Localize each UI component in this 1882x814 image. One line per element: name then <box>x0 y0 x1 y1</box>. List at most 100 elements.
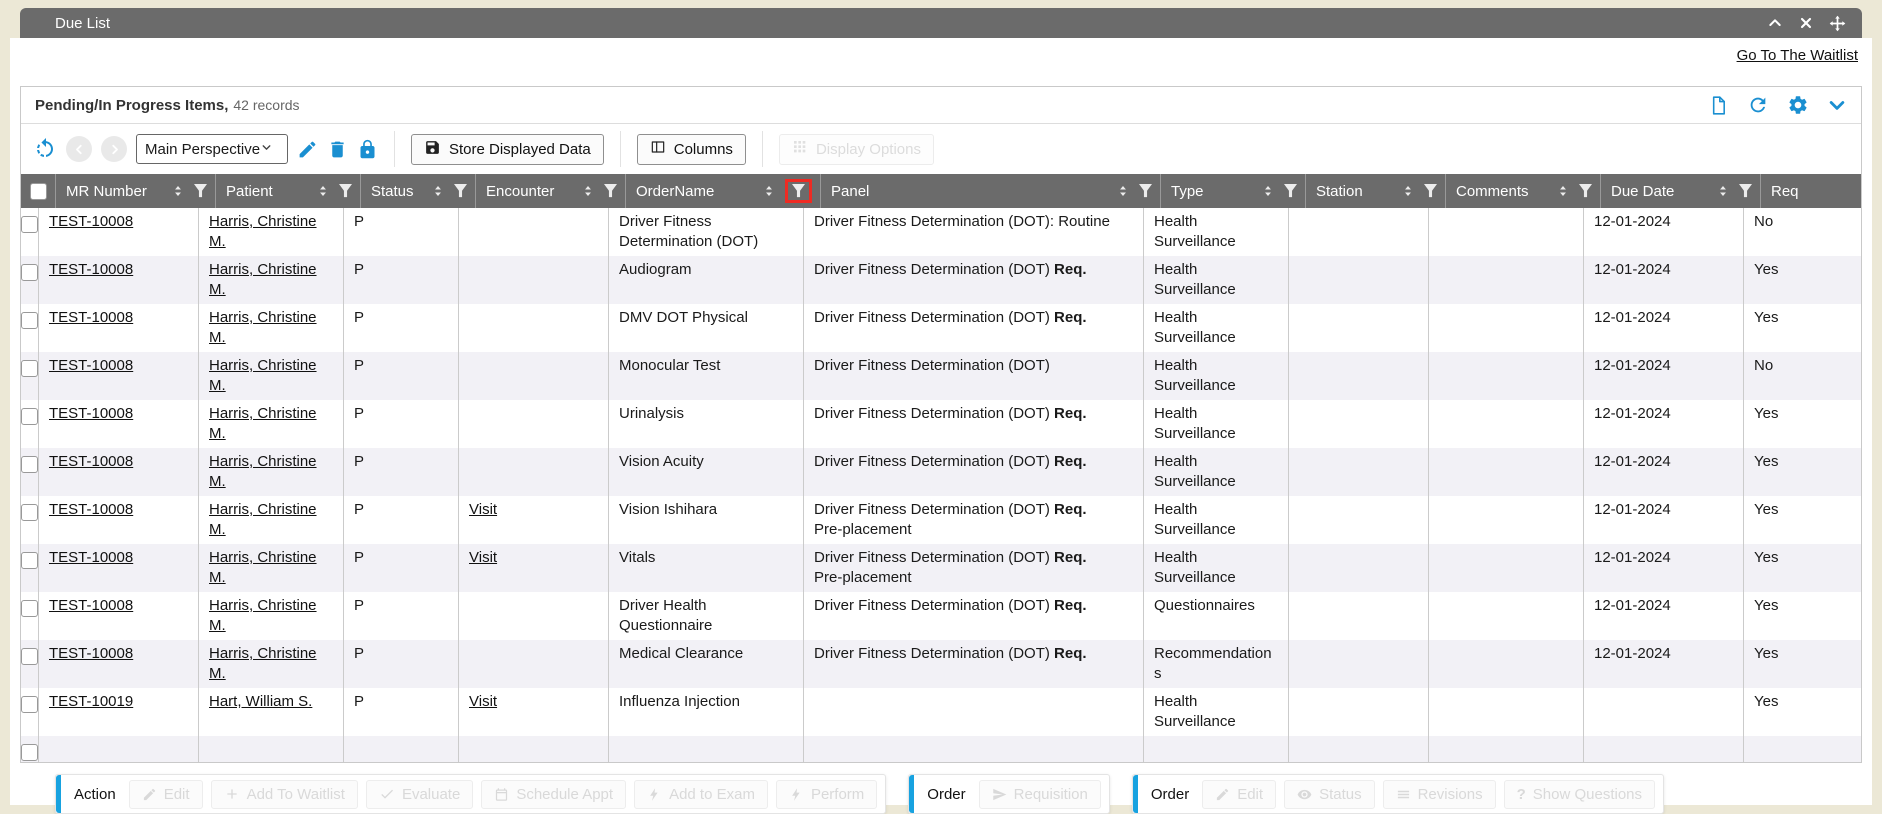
column-header-ordername: OrderName <box>625 174 820 208</box>
new-file-icon[interactable] <box>1708 95 1729 116</box>
save-icon <box>424 139 441 160</box>
lock-perspective-icon[interactable] <box>357 139 378 160</box>
mr-link[interactable]: TEST-10008 <box>49 357 133 374</box>
row-checkbox[interactable] <box>21 744 38 761</box>
panel-line2: Pre-placement <box>814 520 1133 540</box>
row-checkbox[interactable] <box>21 264 38 281</box>
row-checkbox[interactable] <box>21 216 38 233</box>
row-checkbox[interactable] <box>21 456 38 473</box>
sort-icon[interactable] <box>1556 184 1570 198</box>
chevron-down-icon[interactable] <box>1827 95 1847 115</box>
filter-icon[interactable] <box>604 184 617 198</box>
filter-icon[interactable] <box>1284 184 1297 198</box>
mr-link[interactable]: TEST-10019 <box>49 693 133 710</box>
go-to-waitlist-link[interactable]: Go To The Waitlist <box>1737 47 1858 64</box>
cell-due-date: 12-01-2024 <box>1583 448 1743 496</box>
filter-icon[interactable] <box>1139 184 1152 198</box>
schedule-appt-button: Schedule Appt <box>481 780 626 809</box>
button-label: Add to Exam <box>669 786 755 803</box>
sort-icon[interactable] <box>1401 184 1415 198</box>
column-label: Type <box>1171 183 1204 200</box>
row-checkbox[interactable] <box>21 312 38 329</box>
sort-icon[interactable] <box>171 184 185 198</box>
filter-icon[interactable] <box>1739 184 1752 198</box>
row-checkbox[interactable] <box>21 408 38 425</box>
mr-link[interactable]: TEST-10008 <box>49 549 133 566</box>
table-row: TEST-10008Harris, Christine M.PMonocular… <box>21 352 1861 400</box>
calendar-icon <box>494 787 509 802</box>
encounter-link[interactable]: Visit <box>469 501 497 518</box>
sort-icon[interactable] <box>1716 184 1730 198</box>
edit-perspective-icon[interactable] <box>297 139 318 160</box>
row-checkbox[interactable] <box>21 504 38 521</box>
patient-link[interactable]: Harris, Christine M. <box>209 357 317 394</box>
row-checkbox[interactable] <box>21 600 38 617</box>
patient-link[interactable]: Harris, Christine M. <box>209 213 317 250</box>
filter-icon[interactable] <box>1579 184 1592 198</box>
patient-link[interactable]: Harris, Christine M. <box>209 405 317 442</box>
mr-link[interactable]: TEST-10008 <box>49 645 133 662</box>
column-header-panel: Panel <box>820 174 1160 208</box>
patient-link[interactable]: Hart, William S. <box>209 693 312 710</box>
encounter-link[interactable]: Visit <box>469 549 497 566</box>
filter-icon-highlight-box <box>785 179 812 203</box>
patient-link[interactable]: Harris, Christine M. <box>209 309 317 346</box>
settings-icon[interactable] <box>1787 94 1809 116</box>
row-select-cell <box>21 496 38 544</box>
delete-perspective-icon[interactable] <box>327 139 348 160</box>
patient-link[interactable]: Harris, Christine M. <box>209 645 317 682</box>
mr-link[interactable]: TEST-10008 <box>49 597 133 614</box>
sort-icon[interactable] <box>1261 184 1275 198</box>
perspective-select[interactable]: Main Perspective <box>136 134 288 164</box>
column-header-station: Station <box>1305 174 1445 208</box>
sort-icon[interactable] <box>316 184 330 198</box>
row-checkbox[interactable] <box>21 360 38 377</box>
row-checkbox[interactable] <box>21 648 38 665</box>
sort-icon[interactable] <box>581 184 595 198</box>
collapse-icon[interactable] <box>1767 15 1783 32</box>
table-row: TEST-10008Harris, Christine M.PUrinalysi… <box>21 400 1861 448</box>
filter-icon[interactable] <box>792 184 805 198</box>
patient-link[interactable]: Harris, Christine M. <box>209 549 317 586</box>
mr-link[interactable]: TEST-10008 <box>49 213 133 230</box>
patient-link[interactable]: Harris, Christine M. <box>209 453 317 490</box>
store-displayed-data-button[interactable]: Store Displayed Data <box>411 134 604 165</box>
filter-icon[interactable] <box>1424 184 1437 198</box>
row-checkbox[interactable] <box>21 696 38 713</box>
columns-button[interactable]: Columns <box>637 134 746 165</box>
move-icon[interactable] <box>1829 15 1846 32</box>
mr-link[interactable]: TEST-10008 <box>49 261 133 278</box>
table-row <box>21 736 1861 762</box>
status-button: Status <box>1284 780 1375 809</box>
previous-perspective-button[interactable] <box>66 136 92 162</box>
add-to-exam-button: Add to Exam <box>634 780 768 809</box>
sort-icon[interactable] <box>762 184 776 198</box>
table-row: TEST-10008Harris, Christine M.PVisitVita… <box>21 544 1861 592</box>
row-checkbox[interactable] <box>21 552 38 569</box>
next-perspective-button[interactable] <box>101 136 127 162</box>
refresh-icon[interactable] <box>1747 94 1769 116</box>
cell-comments <box>1428 592 1583 640</box>
header-icons <box>1548 184 1592 198</box>
filter-icon[interactable] <box>339 184 352 198</box>
mr-link[interactable]: TEST-10008 <box>49 453 133 470</box>
mr-link[interactable]: TEST-10008 <box>49 405 133 422</box>
filter-icon[interactable] <box>454 184 467 198</box>
sort-icon[interactable] <box>1116 184 1130 198</box>
mr-link[interactable]: TEST-10008 <box>49 501 133 518</box>
patient-link[interactable]: Harris, Christine M. <box>209 501 317 538</box>
patient-link[interactable]: Harris, Christine M. <box>209 261 317 298</box>
close-icon[interactable] <box>1798 15 1814 32</box>
button-label: Edit <box>164 786 190 803</box>
sort-icon[interactable] <box>431 184 445 198</box>
select-all-checkbox[interactable] <box>30 183 47 200</box>
button-label: Revisions <box>1418 786 1483 803</box>
filter-icon[interactable] <box>194 184 207 198</box>
cell-panel: Driver Fitness Determination (DOT) Req. <box>803 448 1143 496</box>
undo-icon[interactable] <box>33 137 57 161</box>
cell-due-date <box>1583 688 1743 736</box>
patient-link[interactable]: Harris, Christine M. <box>209 597 317 634</box>
titlebar[interactable]: Due List <box>20 8 1862 38</box>
encounter-link[interactable]: Visit <box>469 693 497 710</box>
mr-link[interactable]: TEST-10008 <box>49 309 133 326</box>
